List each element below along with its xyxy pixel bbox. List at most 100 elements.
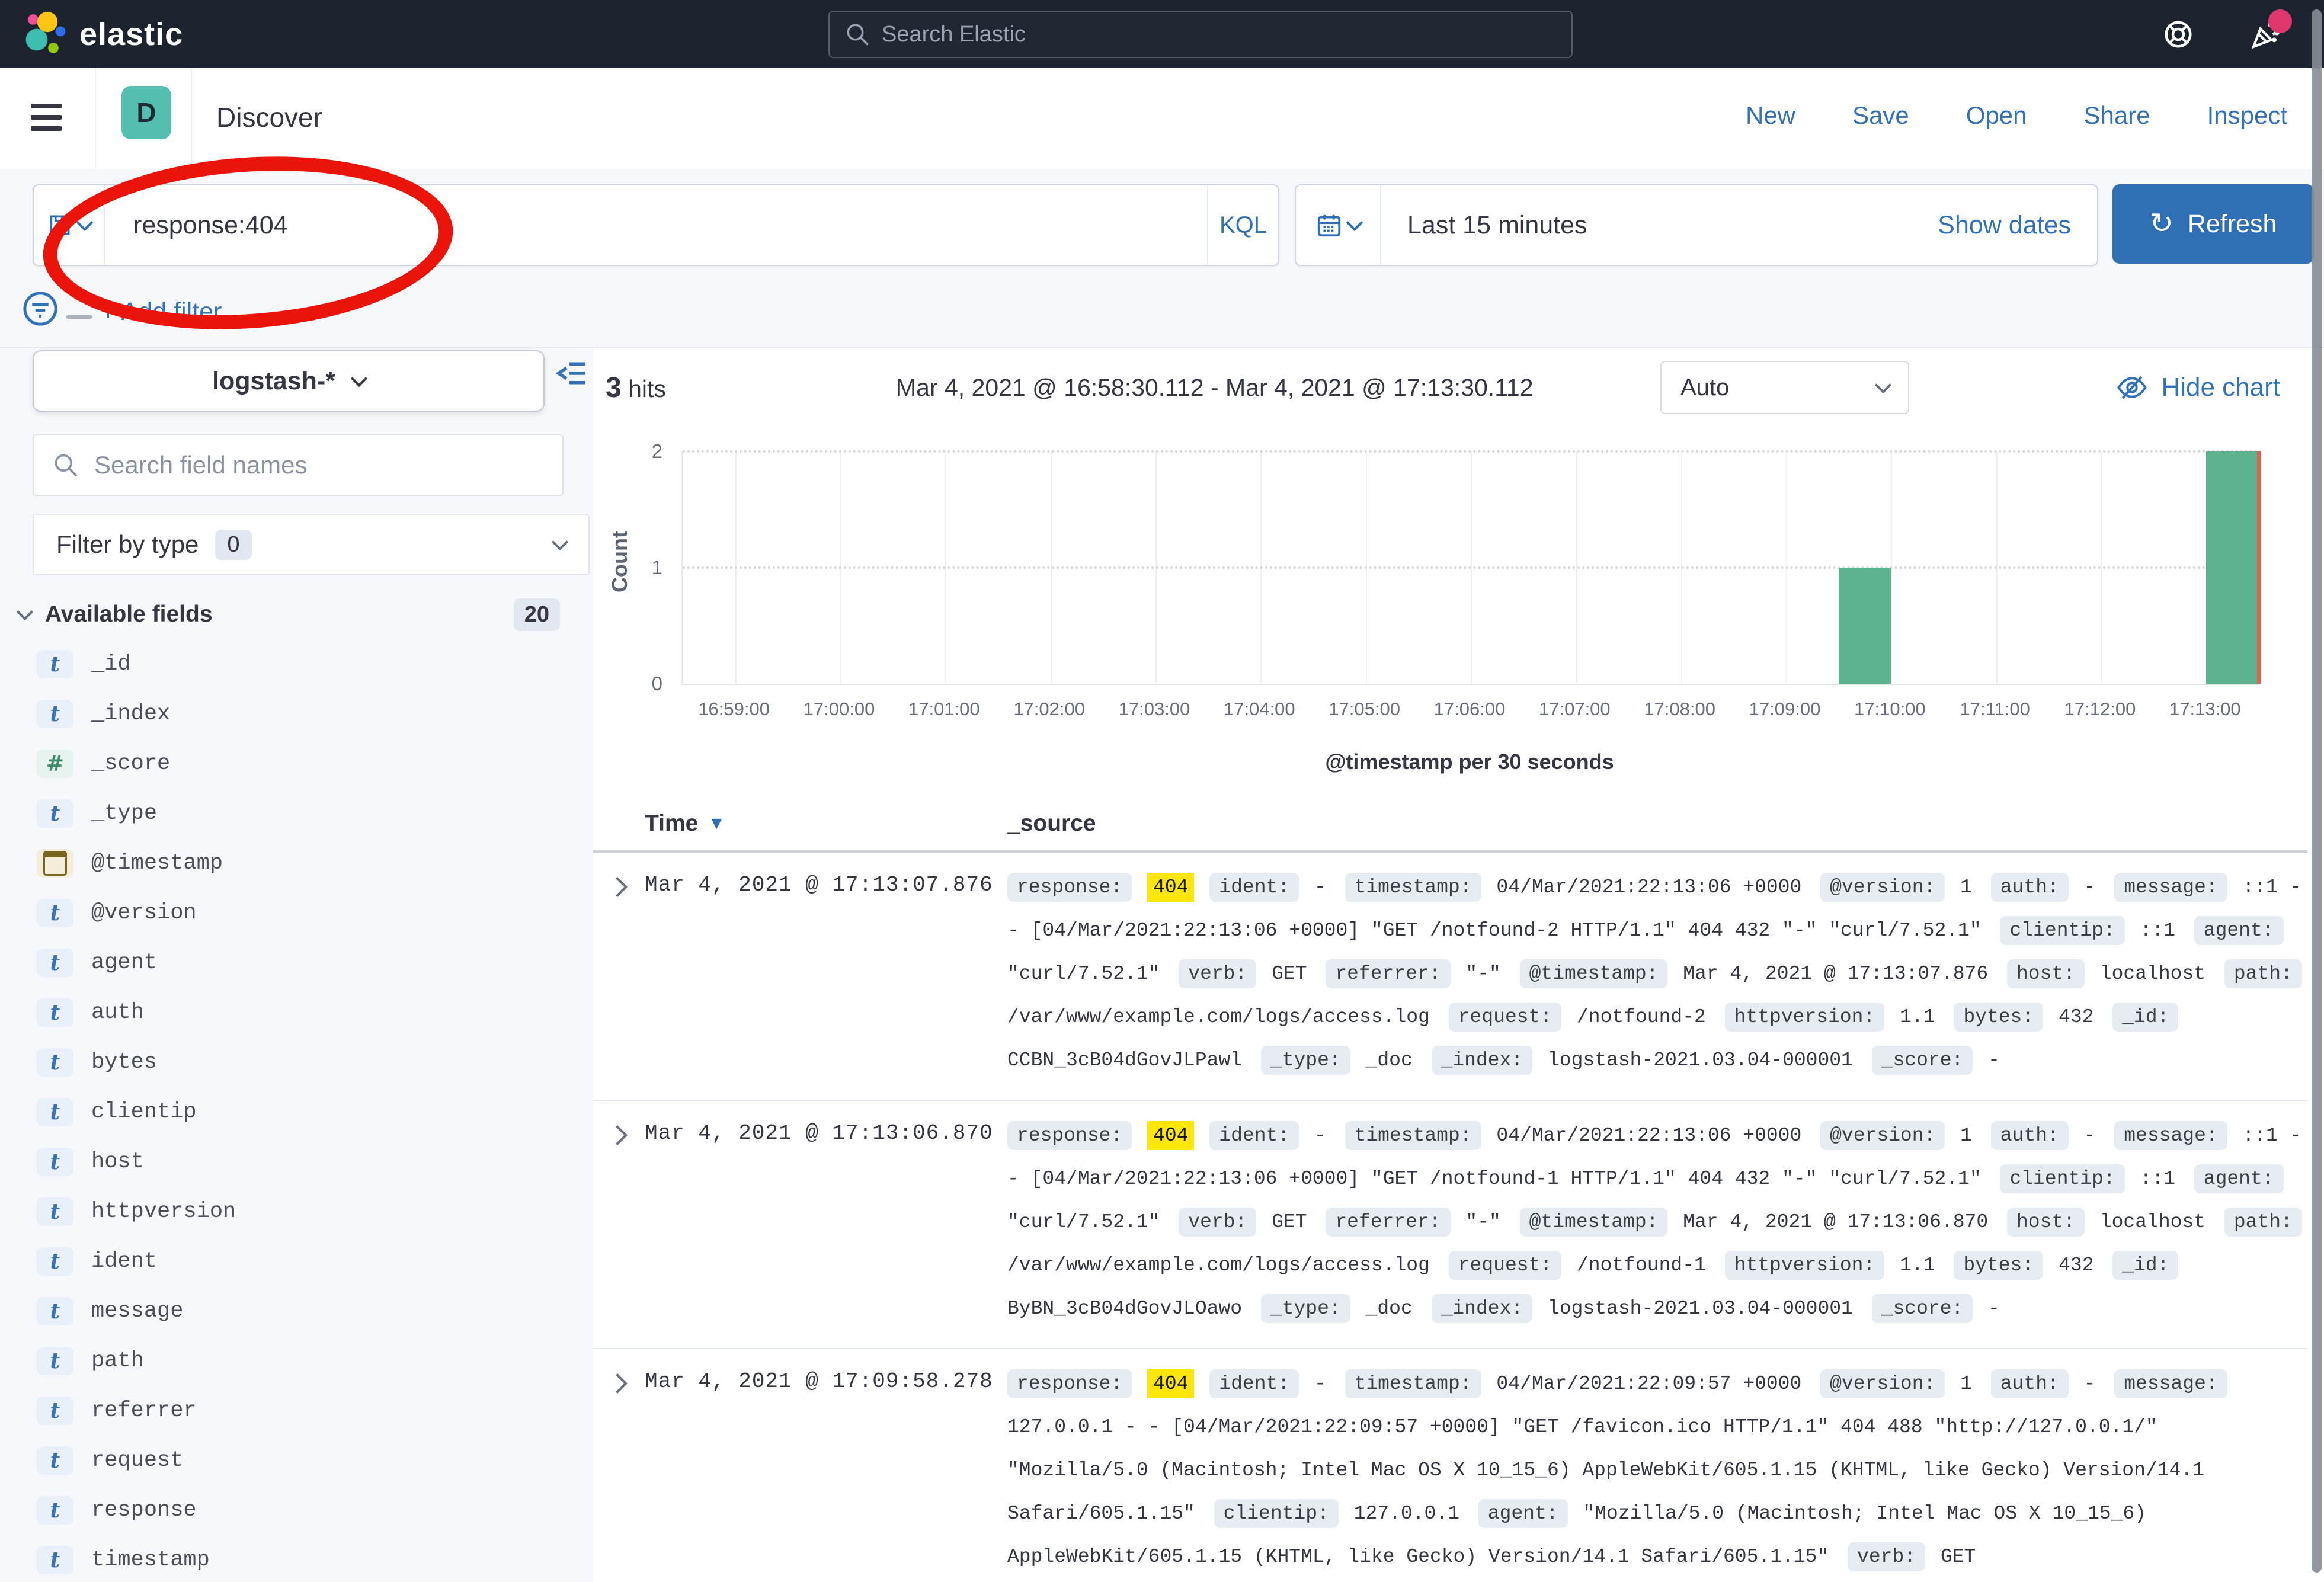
index-pattern-selector[interactable]: logstash-*: [33, 350, 545, 412]
query-language-button[interactable]: KQL: [1207, 185, 1278, 265]
global-search-input[interactable]: Search Elastic: [828, 11, 1573, 58]
field-item-auth[interactable]: tauth: [0, 988, 593, 1037]
text-type-icon: t: [37, 1496, 73, 1525]
row-time: Mar 4, 2021 @ 17:09:58.278: [645, 1362, 1007, 1578]
highlighted-value: 404: [1147, 873, 1194, 902]
field-item-response[interactable]: t response: [0, 1485, 593, 1535]
available-fields-count-badge: 20: [514, 598, 560, 631]
chevron-down-icon: [76, 214, 93, 231]
expand-row-icon[interactable]: [593, 1362, 645, 1578]
elastic-brand[interactable]: elastic: [23, 0, 183, 68]
new-button[interactable]: New: [1746, 101, 1795, 130]
x-tick-label: 17:08:00: [1644, 699, 1715, 720]
source-field-name: _index:: [1432, 1294, 1533, 1323]
results-main: 3 hits Mar 4, 2021 @ 16:58:30.112 - Mar …: [593, 347, 2324, 1582]
field-item-agent[interactable]: tagent: [0, 938, 593, 988]
refresh-label: Refresh: [2188, 210, 2277, 239]
time-range-value[interactable]: Last 15 minutes: [1381, 211, 1938, 240]
query-input[interactable]: response:404: [105, 211, 1207, 240]
source-value: logstash-2021.03.04-000001: [1548, 1049, 1853, 1071]
field-item-request[interactable]: trequest: [0, 1436, 593, 1485]
interval-select[interactable]: Auto: [1660, 361, 1909, 414]
source-value: 432: [2059, 1006, 2093, 1028]
source-field-name: auth:: [1991, 873, 2069, 902]
source-field-name: verb:: [1179, 1208, 1256, 1237]
save-button[interactable]: Save: [1852, 101, 1909, 130]
source-field-name: referrer:: [1326, 959, 1450, 988]
chevron-down-icon: [17, 604, 33, 620]
field-item-timestamp[interactable]: ttimestamp: [0, 1535, 593, 1582]
filter-by-type-dropdown[interactable]: Filter by type 0: [33, 514, 590, 575]
source-field-name: _type:: [1261, 1046, 1350, 1075]
y-axis: 012: [627, 451, 671, 684]
time-column-header[interactable]: Time ▼: [645, 811, 1007, 837]
field-label: response: [91, 1498, 197, 1523]
open-button[interactable]: Open: [1966, 101, 2027, 130]
histogram-bar[interactable]: [2206, 451, 2259, 684]
divider: [95, 68, 96, 169]
refresh-button[interactable]: ↻ Refresh: [2112, 184, 2314, 264]
date-quick-select-button[interactable]: [1296, 185, 1381, 265]
field-label: path: [91, 1349, 144, 1373]
field-item-httpversion[interactable]: thttpversion: [0, 1187, 593, 1237]
field-item-host[interactable]: thost: [0, 1137, 593, 1187]
field-item-ident[interactable]: tident: [0, 1237, 593, 1286]
search-field-names-input[interactable]: Search field names: [33, 434, 564, 496]
highlighted-value: 404: [1147, 1369, 1194, 1398]
share-button[interactable]: Share: [2084, 101, 2150, 130]
x-tick-label: 16:59:00: [698, 699, 770, 720]
source-field-name: request:: [1449, 1003, 1561, 1032]
filter-bar: + Add filter: [0, 296, 2324, 347]
text-type-icon: t: [37, 1247, 73, 1276]
field-item-referrer[interactable]: treferrer: [0, 1386, 593, 1436]
hide-chart-button[interactable]: Hide chart: [2116, 372, 2280, 403]
saved-query-menu-button[interactable]: [34, 185, 105, 265]
expand-row-icon[interactable]: [593, 1114, 645, 1330]
field-label: httpversion: [91, 1199, 236, 1224]
text-type-icon: t: [37, 1347, 73, 1375]
field-item-_index[interactable]: t_index: [0, 689, 593, 739]
field-item-_id[interactable]: t_id: [0, 639, 593, 689]
page-title: Discover: [216, 101, 322, 133]
field-label: bytes: [91, 1050, 157, 1075]
filter-icon[interactable]: [21, 289, 60, 328]
field-item-_type[interactable]: t_type: [0, 789, 593, 838]
inspect-button[interactable]: Inspect: [2207, 101, 2287, 130]
table-row: Mar 4, 2021 @ 17:13:07.876response: 404 …: [593, 853, 2307, 1101]
page-scrollbar[interactable]: [2312, 9, 2322, 1573]
source-field-name: request:: [1449, 1251, 1561, 1280]
field-item-@version[interactable]: t@version: [0, 888, 593, 938]
table-row: Mar 4, 2021 @ 17:13:06.870response: 404 …: [593, 1101, 2307, 1349]
field-item-clientip[interactable]: tclientip: [0, 1087, 593, 1137]
x-tick-label: 17:00:00: [804, 699, 875, 720]
field-item-message[interactable]: tmessage: [0, 1286, 593, 1336]
source-field-name: auth:: [1991, 1121, 2069, 1150]
current-time-marker: [2257, 451, 2261, 684]
field-item-path[interactable]: tpath: [0, 1336, 593, 1386]
field-item-@timestamp[interactable]: @timestamp: [0, 838, 593, 888]
date-type-icon: [37, 849, 73, 878]
menu-hamburger-icon[interactable]: [31, 104, 62, 131]
field-item-_score[interactable]: #_score: [0, 739, 593, 789]
histogram-bar[interactable]: [1839, 568, 1891, 684]
field-label: @timestamp: [91, 851, 223, 876]
chart-plot[interactable]: [681, 451, 2259, 685]
field-label: auth: [91, 1000, 144, 1025]
source-value: _doc: [1366, 1298, 1413, 1320]
available-fields-header[interactable]: Available fields 20: [19, 597, 560, 632]
collapse-sidebar-icon[interactable]: [556, 358, 588, 388]
newsfeed-icon[interactable]: [2249, 18, 2283, 51]
content: logstash-* Search field names Filter by …: [0, 347, 2324, 1582]
add-filter-button[interactable]: + Add filter: [101, 297, 222, 326]
expand-row-icon[interactable]: [593, 866, 645, 1082]
app-badge[interactable]: D: [121, 86, 171, 139]
show-dates-button[interactable]: Show dates: [1938, 211, 2097, 240]
source-value: Mar 4, 2021 @ 17:13:06.870: [1683, 1211, 1988, 1233]
help-icon[interactable]: [2162, 18, 2195, 51]
x-tick-label: 17:09:00: [1749, 699, 1821, 720]
x-tick-label: 17:12:00: [2064, 699, 2136, 720]
field-item-bytes[interactable]: tbytes: [0, 1037, 593, 1087]
index-pattern-label: logstash-*: [212, 367, 335, 396]
eye-slash-icon: [2116, 372, 2148, 403]
text-type-icon: t: [37, 650, 73, 678]
